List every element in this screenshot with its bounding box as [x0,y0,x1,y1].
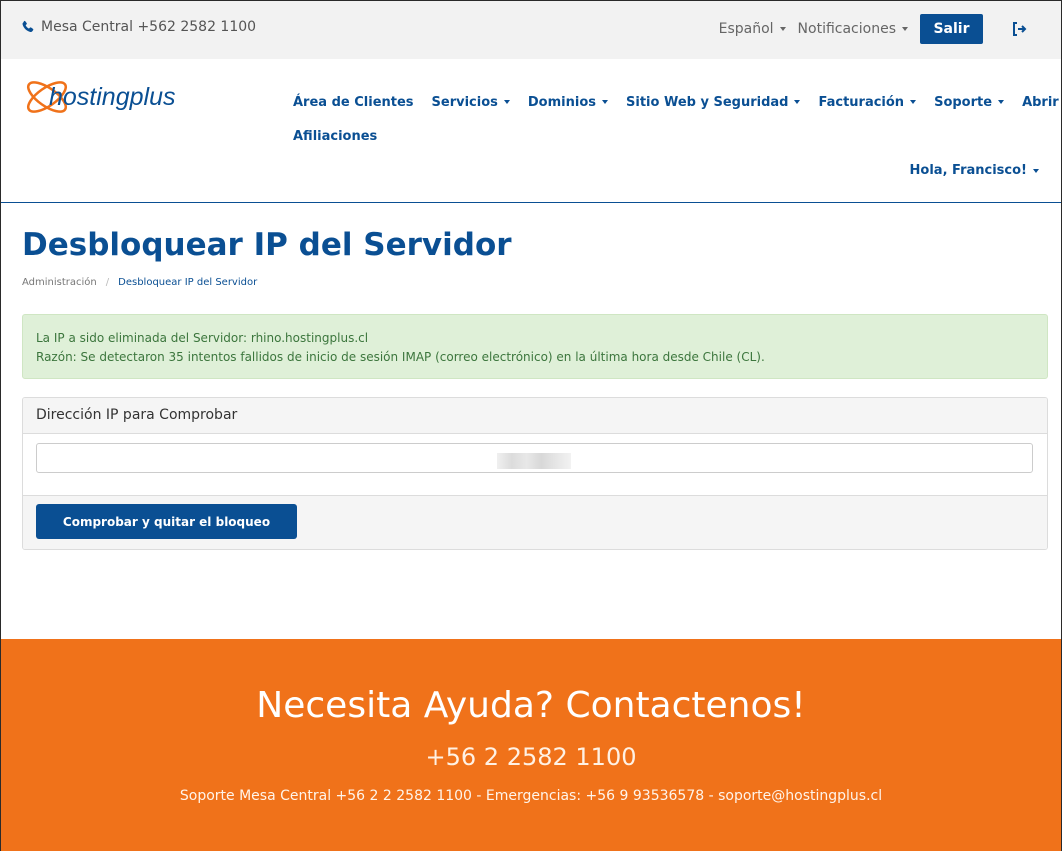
user-greeting: Hola, Francisco! [909,163,1027,178]
nav-label: Facturación [818,94,905,110]
nav-item-soporte[interactable]: Soporte [934,94,1005,110]
nav-item-afiliaciones[interactable]: Afiliaciones [293,129,377,144]
caret-down-icon [998,100,1005,104]
nav-item-facturacion[interactable]: Facturación [818,94,917,110]
notifications-menu[interactable]: Notificaciones [798,21,908,37]
main-nav: Área de Clientes Servicios Dominios Siti… [293,93,1062,161]
logout-button[interactable]: Salir [920,14,983,44]
notifications-label: Notificaciones [797,21,896,37]
breadcrumb: Administración / Desbloquear IP del Serv… [22,277,257,288]
sign-out-icon[interactable] [1011,21,1027,37]
redacted-ip [497,453,571,469]
language-menu[interactable]: Español [719,21,786,37]
nav-row-2: Afiliaciones [293,127,1033,145]
nav-label: Dominios [527,94,596,110]
help-footer: Necesita Ayuda? Contactenos! +56 2 2582 … [1,639,1061,851]
nav-row-1: Área de Clientes Servicios Dominios Siti… [293,93,1062,111]
ip-check-panel: Dirección IP para Comprobar Comprobar y … [22,397,1048,550]
nav-label: Sitio Web y Seguridad [626,94,789,110]
caret-down-icon [902,27,908,31]
caret-down-icon [779,27,786,31]
panel-footer: Comprobar y quitar el bloqueo [23,496,1047,549]
caret-down-icon [794,100,801,104]
phone-label: Mesa Central +562 2582 1100 [41,19,257,35]
language-label: Español [718,21,774,37]
logo-text: hostingplus [49,83,175,111]
user-menu[interactable]: Hola, Francisco! [910,163,1039,178]
logo-graphic: hostingplus [27,81,175,113]
breadcrumb-separator: / [105,277,110,288]
hostingplus-logo[interactable]: hostingplus [23,69,213,125]
caret-down-icon [602,100,608,104]
nav-item-area-clientes[interactable]: Área de Clientes [293,95,414,110]
caret-down-icon [503,100,510,104]
phone-contact[interactable]: Mesa Central +562 2582 1100 [21,19,256,35]
page-title: Desbloquear IP del Servidor [22,227,512,263]
nav-label: Servicios [431,94,498,110]
top-bar: Mesa Central +562 2582 1100 Español Noti… [1,1,1061,59]
nav-label: Abrir Ticket [1022,94,1062,110]
panel-body [23,434,1047,496]
alert-line-1: La IP a sido eliminada del Servidor: rhi… [36,331,369,345]
nav-label: Área de Clientes [293,94,414,110]
nav-item-sitio-web-seguridad[interactable]: Sitio Web y Seguridad [626,94,801,110]
caret-down-icon [1033,168,1039,173]
nav-label: Soporte [934,94,993,110]
footer-phone[interactable]: +56 2 2582 1100 [1,743,1061,771]
caret-down-icon [910,100,917,104]
nav-item-abrir-ticket[interactable]: Abrir Ticket [1022,95,1062,110]
success-alert: La IP a sido eliminada del Servidor: rhi… [22,314,1048,379]
site-header: hostingplus Área de Clientes Servicios D… [1,59,1062,203]
panel-title: Dirección IP para Comprobar [23,398,1047,434]
alert-line-2: Razón: Se detectaron 35 intentos fallido… [36,350,765,364]
breadcrumb-item-administracion[interactable]: Administración [22,277,97,288]
footer-contact: Soporte Mesa Central +56 2 2 2582 1100 -… [179,788,883,804]
check-unblock-button[interactable]: Comprobar y quitar el bloqueo [36,504,297,539]
phone-icon [22,20,34,33]
footer-heading: Necesita Ayuda? Contactenos! [256,685,806,726]
nav-item-servicios[interactable]: Servicios [432,95,510,110]
nav-item-dominios[interactable]: Dominios [528,95,608,110]
breadcrumb-item-current: Desbloquear IP del Servidor [118,277,258,288]
nav-label: Afiliaciones [293,128,378,144]
ip-address-input[interactable] [36,443,1033,473]
